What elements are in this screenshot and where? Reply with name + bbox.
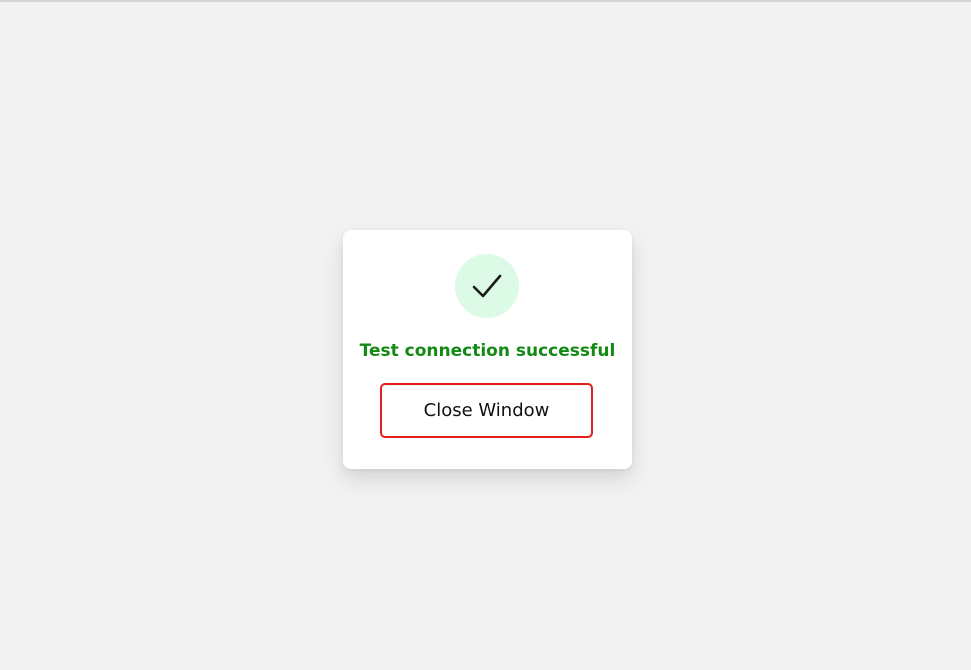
- success-dialog: Test connection successful Close Window: [343, 230, 632, 469]
- checkmark-icon: [472, 274, 502, 298]
- window-top-border: [0, 0, 971, 2]
- success-message: Test connection successful: [359, 341, 616, 361]
- success-icon-badge: [455, 254, 519, 318]
- close-window-button[interactable]: Close Window: [380, 383, 593, 438]
